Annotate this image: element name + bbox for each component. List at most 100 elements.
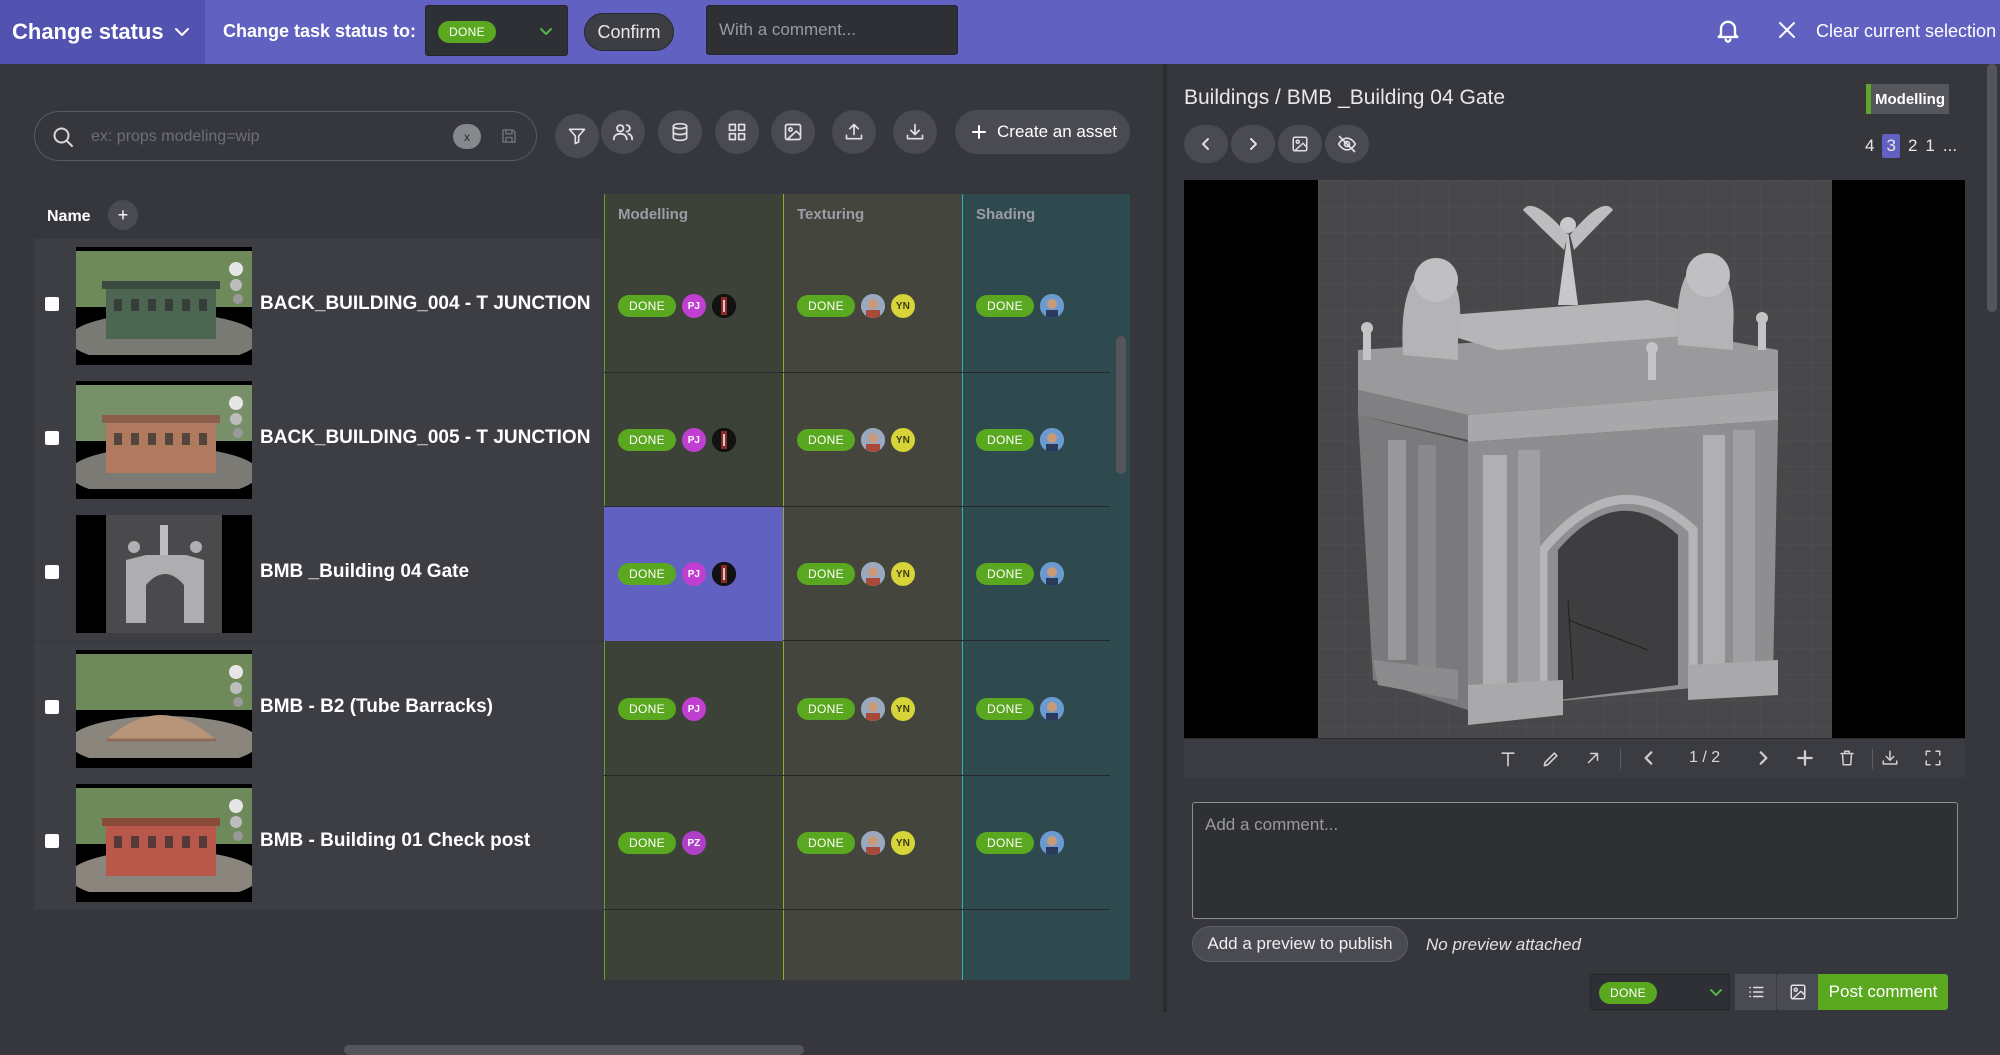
search-input[interactable] [91, 125, 471, 149]
add-preview-button[interactable]: Add a preview to publish [1192, 926, 1408, 962]
preview-viewer[interactable] [1184, 180, 1965, 738]
modelling-task-cell[interactable]: DONE PZ [604, 776, 783, 910]
filter-button[interactable] [555, 114, 599, 158]
avatar-yn: YN [890, 831, 915, 855]
avatar-photo [1039, 428, 1064, 452]
avatar-yn: YN [890, 562, 915, 586]
shading-column-header[interactable]: Shading [962, 194, 1130, 239]
shading-task-cell[interactable]: DONE [962, 507, 1110, 641]
attach-image-button[interactable] [1776, 974, 1818, 1010]
clear-search-button[interactable]: x [453, 124, 481, 149]
shading-task-cell[interactable]: DONE [962, 776, 1110, 910]
next-frame-icon[interactable] [1754, 749, 1772, 767]
clear-selection-link[interactable]: Clear current selection [1816, 21, 1996, 42]
people-icon [612, 124, 634, 141]
modelling-task-cell[interactable]: DONEPJ [604, 507, 783, 641]
confirm-button[interactable]: Confirm [584, 13, 674, 51]
previous-frame-icon[interactable] [1640, 749, 1658, 767]
row-checkbox[interactable] [45, 834, 59, 848]
asset-name[interactable]: BMB - B2 (Tube Barracks) [260, 696, 493, 718]
asset-list-panel: x Create an asset DONEPJDONEYNDONEBACK_B… [0, 64, 1163, 1055]
download-icon[interactable] [1881, 749, 1899, 767]
comment-status-select[interactable]: DONE [1590, 974, 1730, 1010]
add-preview-icon[interactable] [1796, 749, 1814, 767]
fullscreen-icon[interactable] [1924, 749, 1942, 767]
row-checkbox[interactable] [45, 700, 59, 714]
texturing-column-header[interactable]: Texturing [783, 194, 962, 239]
revision-more[interactable]: ... [1943, 136, 1957, 156]
horizontal-scrollbar[interactable] [344, 1045, 804, 1055]
checklist-button[interactable] [1734, 974, 1776, 1010]
texturing-task-cell[interactable]: DONE YN [783, 373, 962, 507]
asset-name[interactable]: BMB - Building 01 Check post [260, 830, 530, 852]
panel-scrollbar[interactable] [1987, 64, 1997, 312]
save-search-icon[interactable] [500, 127, 518, 145]
vertical-scrollbar[interactable] [1116, 336, 1126, 474]
pencil-icon[interactable] [1541, 749, 1561, 769]
shading-task-cell[interactable]: DONE [962, 239, 1110, 373]
shading-task-cell[interactable]: DONE [962, 642, 1110, 776]
delete-icon[interactable] [1838, 749, 1856, 767]
notifications-icon[interactable] [1714, 16, 1742, 44]
create-asset-button[interactable]: Create an asset [955, 110, 1130, 154]
previous-button[interactable] [1184, 125, 1228, 163]
modelling-task-cell[interactable]: DONEPJ [604, 239, 783, 373]
texturing-task-cell[interactable]: DONE YN [783, 239, 962, 373]
texturing-task-cell[interactable]: DONE YN [783, 507, 962, 641]
revision-2[interactable]: 2 [1908, 136, 1917, 156]
add-column-button[interactable]: + [108, 200, 138, 230]
asset-name[interactable]: BACK_BUILDING_004 - T JUNCTION [260, 293, 590, 315]
avatar-photo [860, 562, 885, 586]
revision-3[interactable]: 3 [1882, 134, 1900, 158]
asset-name[interactable]: BMB _Building 04 Gate [260, 561, 469, 583]
import-button[interactable] [832, 110, 876, 154]
search-bar: x [34, 111, 537, 161]
table-row[interactable]: BMB - B2 (Tube Barracks) DONE PJ DONE YN DONE [34, 642, 1110, 776]
modelling-column-header[interactable]: Modelling [604, 194, 783, 239]
hide-button[interactable] [1325, 125, 1369, 163]
post-comment-button[interactable]: Post comment [1818, 974, 1948, 1010]
row-checkbox[interactable] [45, 431, 59, 445]
status-badge: DONE [438, 21, 496, 43]
set-thumbnail-button[interactable] [1278, 125, 1322, 163]
texturing-task-cell[interactable]: DONE YN [783, 776, 962, 910]
next-button[interactable] [1231, 125, 1275, 163]
avatar-photo [860, 428, 885, 452]
row-checkbox[interactable] [45, 565, 59, 579]
modelling-task-cell[interactable]: DONEPJ [604, 642, 783, 776]
arrow-tool-icon[interactable] [1584, 749, 1602, 767]
comment-input[interactable] [1192, 802, 1958, 919]
asset-thumbnail[interactable] [76, 247, 252, 365]
text-tool-icon[interactable] [1498, 749, 1518, 769]
status-comment-input[interactable] [706, 5, 958, 55]
people-button[interactable] [601, 110, 645, 154]
avatar-pj: PJ [681, 294, 706, 318]
name-column-header[interactable]: Name [47, 208, 91, 226]
modelling-task-cell[interactable]: DONEPJ [604, 373, 783, 507]
no-preview-label: No preview attached [1426, 935, 1581, 954]
table-row[interactable]: BACK_BUILDING_005 - T JUNCTION DONE PJ DONE… [34, 373, 1110, 507]
asset-thumbnail[interactable] [76, 515, 252, 633]
thumbnails-button[interactable] [771, 110, 815, 154]
revision-1[interactable]: 1 [1925, 136, 1934, 156]
avatar-photo [1039, 562, 1064, 586]
export-button[interactable] [893, 110, 937, 154]
shading-task-cell[interactable]: DONE [962, 373, 1110, 507]
close-icon[interactable] [1775, 18, 1799, 42]
mode-selector[interactable]: Change status [0, 0, 205, 64]
texturing-task-cell[interactable]: DONE YN [783, 642, 962, 776]
upload-icon [845, 123, 863, 140]
asset-name[interactable]: BACK_BUILDING_005 - T JUNCTION [260, 427, 590, 449]
table-row[interactable]: BMB - Building 01 Check post DONE PZ DONE YN… [34, 776, 1110, 910]
asset-thumbnail[interactable] [76, 381, 252, 499]
asset-thumbnail[interactable] [76, 650, 252, 768]
grid-view-button[interactable] [715, 110, 759, 154]
metadata-button[interactable] [658, 110, 702, 154]
status-select[interactable]: DONE [425, 5, 568, 56]
table-row[interactable]: BACK_BUILDING_004 - T JUNCTION DONE PJ DONE… [34, 239, 1110, 373]
status-badge: DONE [976, 295, 1034, 317]
row-checkbox[interactable] [45, 297, 59, 311]
revision-4[interactable]: 4 [1865, 136, 1874, 156]
asset-thumbnail[interactable] [76, 784, 252, 902]
table-row[interactable]: BMB _Building 04 Gate DONE PJ DONE YN DONE [34, 507, 1110, 641]
